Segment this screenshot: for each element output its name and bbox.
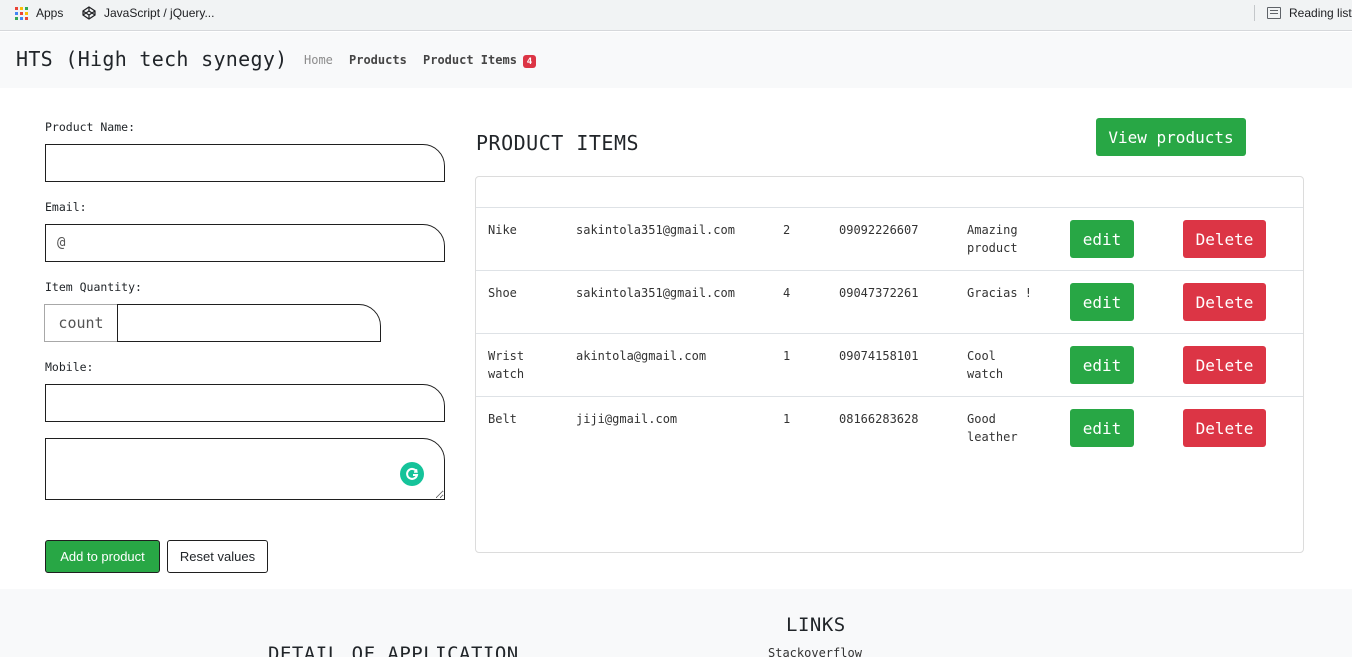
apps-grid-icon [15, 6, 28, 20]
product-mobile: 09074158101 [839, 349, 919, 363]
bookmark-apps[interactable]: Apps [15, 0, 63, 26]
product-name-input[interactable] [45, 144, 445, 182]
table-row: Nike sakintola351@gmail.com 2 0909222660… [476, 207, 1303, 270]
nav-products-link[interactable]: Products [349, 53, 407, 67]
reading-list-button[interactable]: Reading list [1267, 0, 1352, 26]
footer: LINKS DETAIL OF APPLICATION Stackoverflo… [0, 589, 1352, 657]
product-mobile: 08166283628 [839, 412, 919, 426]
product-email: akintola@gmail.com [576, 349, 707, 363]
product-name: Shoe [488, 286, 517, 300]
view-products-button[interactable]: View products [1096, 118, 1246, 156]
delete-button[interactable]: Delete [1183, 409, 1266, 447]
reset-values-button[interactable]: Reset values [167, 540, 268, 573]
delete-button[interactable]: Delete [1183, 346, 1266, 384]
table-row: Wrist watch akintola@gmail.com 1 0907415… [476, 333, 1303, 396]
bookmarks-bar: Apps JavaScript / jQuery... Reading list [0, 0, 1352, 31]
delete-button[interactable]: Delete [1183, 283, 1266, 321]
email-input[interactable] [45, 224, 445, 262]
brand-title[interactable]: HTS (High tech synegy) [16, 47, 288, 71]
product-email: jiji@gmail.com [576, 412, 678, 426]
footer-stackoverflow-link[interactable]: Stackoverflow [768, 646, 862, 657]
edit-button[interactable]: edit [1070, 409, 1134, 447]
product-description: Amazing product [967, 223, 1018, 255]
product-quantity: 2 [783, 223, 791, 237]
add-to-product-button[interactable]: Add to product [45, 540, 160, 573]
product-description: Gracias ! [967, 286, 1033, 300]
bookmark-apps-label: Apps [36, 6, 64, 20]
product-email: sakintola351@gmail.com [576, 223, 735, 237]
product-mobile: 09092226607 [839, 223, 919, 237]
footer-links-title: LINKS [786, 614, 846, 636]
product-items-count-badge: 4 [523, 55, 536, 68]
product-description: Good leather [967, 412, 1018, 444]
bookmark-codepen-label: JavaScript / jQuery... [104, 6, 215, 20]
product-name: Wrist watch [488, 349, 525, 381]
description-textarea[interactable] [45, 438, 445, 500]
table-row: Belt jiji@gmail.com 1 08166283628 Good l… [476, 396, 1303, 459]
codepen-icon [82, 6, 96, 20]
grammarly-icon[interactable] [400, 462, 424, 486]
navbar: HTS (High tech synegy) Home Products Pro… [0, 32, 1352, 88]
product-items-title: PRODUCT ITEMS [476, 131, 640, 155]
product-description: Cool watch [967, 349, 1004, 381]
edit-button[interactable]: edit [1070, 346, 1134, 384]
product-name: Nike [488, 223, 517, 237]
product-quantity: 4 [783, 286, 791, 300]
quantity-label: Item Quantity: [45, 280, 142, 294]
nav-product-items-link[interactable]: Product Items [423, 53, 517, 67]
reading-list-label: Reading list [1289, 6, 1352, 20]
nav-home-link[interactable]: Home [304, 53, 333, 67]
quantity-input[interactable] [117, 304, 381, 342]
product-mobile: 09047372261 [839, 286, 919, 300]
delete-button[interactable]: Delete [1183, 220, 1266, 258]
table-row: Shoe sakintola351@gmail.com 4 0904737226… [476, 270, 1303, 333]
product-quantity: 1 [783, 349, 791, 363]
mobile-label: Mobile: [45, 360, 94, 374]
product-name-label: Product Name: [45, 120, 136, 134]
product-items-card: Nike sakintola351@gmail.com 2 0909222660… [475, 176, 1304, 553]
product-name: Belt [488, 412, 517, 426]
quantity-addon: count [44, 304, 118, 342]
reading-list-icon [1267, 7, 1281, 19]
product-quantity: 1 [783, 412, 791, 426]
edit-button[interactable]: edit [1070, 220, 1134, 258]
mobile-input[interactable] [45, 384, 445, 422]
bookmark-codepen[interactable]: JavaScript / jQuery... [82, 0, 214, 26]
footer-detail-title: DETAIL OF APPLICATION [268, 643, 519, 657]
product-email: sakintola351@gmail.com [576, 286, 735, 300]
edit-button[interactable]: edit [1070, 283, 1134, 321]
email-label: Email: [45, 200, 87, 214]
bookmarks-divider [1254, 5, 1255, 21]
